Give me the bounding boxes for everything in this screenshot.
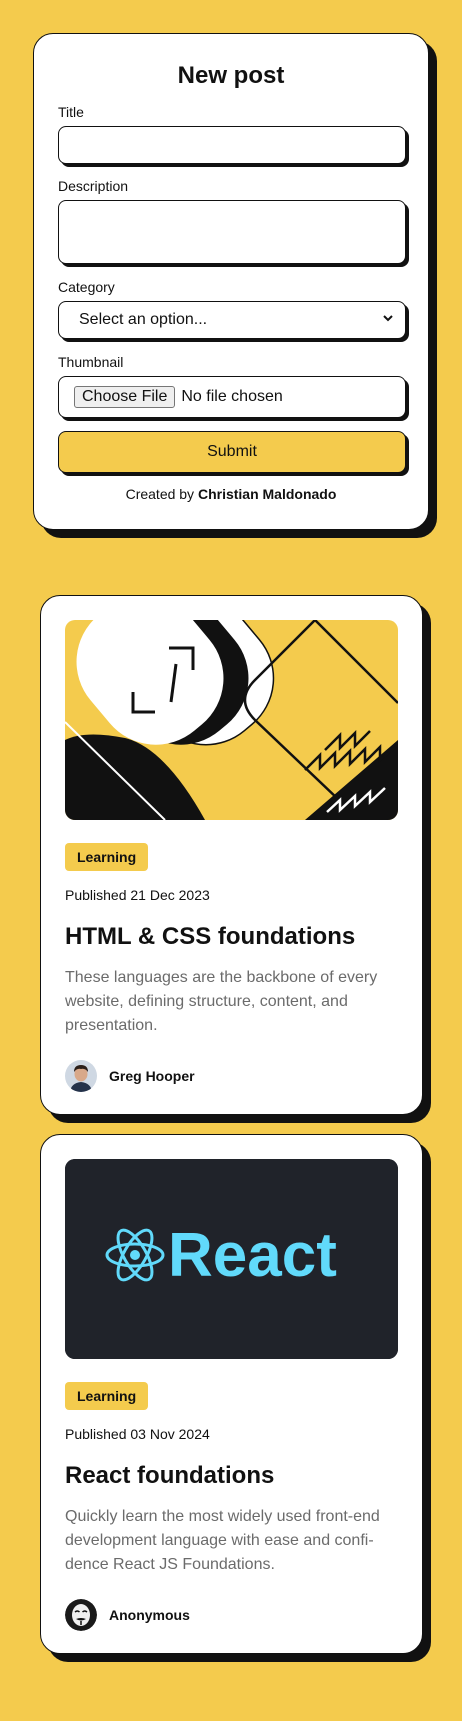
title-label: Title — [58, 104, 84, 120]
title-input[interactable] — [58, 126, 406, 164]
author-name: Anonymous — [109, 1607, 190, 1623]
post-author: Anonymous — [65, 1599, 190, 1631]
category-selected-value: Select an option... — [79, 311, 208, 328]
thumbnail-file-input[interactable]: Choose File No file chosen — [58, 376, 406, 418]
description-textarea[interactable] — [58, 200, 406, 264]
post-thumbnail — [65, 620, 398, 820]
credit-prefix: Created by — [125, 486, 195, 502]
file-status-text: No file chosen — [181, 388, 283, 405]
category-badge: Learning — [65, 843, 149, 871]
category-badge: Learning — [65, 1382, 149, 1410]
react-wordmark: React — [168, 1221, 337, 1290]
anonymous-mask-icon — [65, 1599, 97, 1631]
post-excerpt: These languages are the backbone of ever… — [65, 969, 378, 1034]
person-avatar-icon — [65, 1060, 97, 1092]
category-label: Category — [58, 279, 115, 295]
post-author: Greg Hooper — [65, 1060, 195, 1092]
post-excerpt: Quickly learn the most widely used front… — [65, 1508, 380, 1573]
code-abstract-illustration-icon — [65, 620, 398, 820]
choose-file-button[interactable]: Choose File — [74, 386, 176, 408]
publish-date: Published 03 Nov 2024 — [65, 1426, 210, 1442]
publish-date: Published 21 Dec 2023 — [65, 887, 210, 903]
new-post-form-card: New post Title Description Category Sele… — [33, 33, 429, 530]
post-thumbnail: React — [65, 1159, 398, 1359]
author-name: Greg Hooper — [109, 1068, 195, 1084]
thumbnail-label: Thumbnail — [58, 354, 124, 370]
chevron-down-icon — [383, 315, 393, 322]
description-label: Description — [58, 178, 129, 194]
post-title[interactable]: HTML & CSS foundations — [65, 923, 355, 951]
credit-line: Created by Christian Maldonado — [34, 486, 428, 502]
form-title: New post — [177, 62, 285, 89]
post-title[interactable]: React foundations — [65, 1462, 274, 1490]
blog-preview-card[interactable]: React Learning Published 03 Nov 2024 Rea… — [40, 1134, 423, 1654]
submit-button[interactable]: Submit — [58, 431, 406, 473]
category-select[interactable]: Select an option... — [58, 301, 406, 339]
blog-preview-card[interactable]: Learning Published 21 Dec 2023 HTML & CS… — [40, 595, 423, 1115]
credit-author-name: Christian Maldonado — [197, 486, 337, 502]
